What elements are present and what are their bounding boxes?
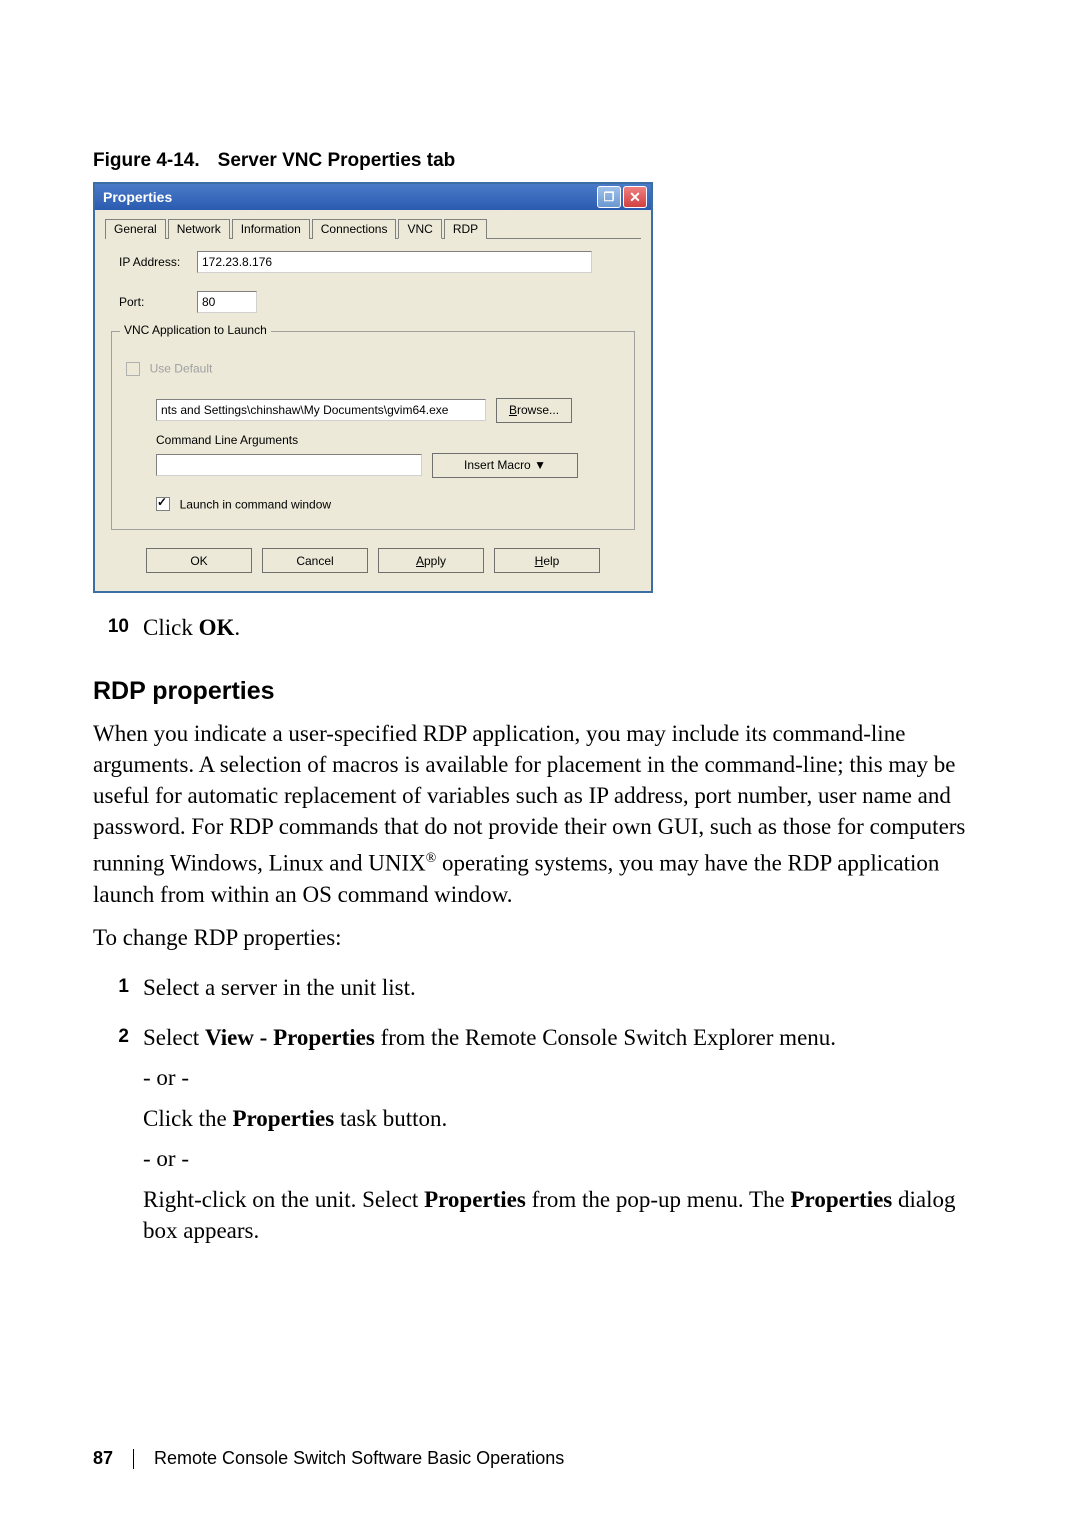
- tab-rdp[interactable]: RDP: [444, 219, 487, 239]
- group-title: VNC Application to Launch: [120, 323, 271, 337]
- tab-network[interactable]: Network: [168, 219, 230, 239]
- heading-rdp-properties: RDP properties: [93, 677, 987, 706]
- footer-title: Remote Console Switch Software Basic Ope…: [154, 1448, 564, 1469]
- tab-connections[interactable]: Connections: [312, 219, 397, 239]
- substep-2: Right-click on the unit. Select Properti…: [143, 1184, 987, 1246]
- step-1: 1 Select a server in the unit list.: [93, 973, 987, 1003]
- step-number: 10: [93, 613, 143, 643]
- tab-information[interactable]: Information: [232, 219, 310, 239]
- step-text: Select a server in the unit list.: [143, 973, 987, 1003]
- port-input[interactable]: [197, 291, 257, 313]
- path-input[interactable]: [156, 399, 486, 421]
- help-button[interactable]: Help: [494, 548, 600, 573]
- paragraph-2: To change RDP properties:: [93, 922, 987, 953]
- figure-title: Server VNC Properties tab: [218, 150, 456, 171]
- page-number: 87: [93, 1448, 113, 1469]
- ip-label: IP Address:: [119, 255, 197, 269]
- tab-row: General Network Information Connections …: [105, 218, 641, 239]
- or-separator: - or -: [143, 1065, 987, 1091]
- or-separator: - or -: [143, 1146, 987, 1172]
- insert-macro-button[interactable]: Insert Macro ▼: [432, 453, 578, 478]
- step-text: Click OK.: [143, 613, 987, 643]
- footer-bar: [133, 1449, 134, 1469]
- figure-number: Figure 4-14.: [93, 150, 200, 171]
- properties-dialog: Properties ❐ ✕ General Network Informati…: [93, 182, 653, 593]
- dialog-titlebar: Properties ❐ ✕: [95, 184, 651, 210]
- figure-caption: Figure 4-14. Server VNC Properties tab: [93, 150, 987, 172]
- dialog-footer: OK Cancel Apply Help: [105, 540, 641, 581]
- close-button[interactable]: ✕: [623, 186, 647, 208]
- ok-button[interactable]: OK: [146, 548, 252, 573]
- paragraph-1: When you indicate a user-specified RDP a…: [93, 718, 987, 910]
- apply-button[interactable]: Apply: [378, 548, 484, 573]
- step-10: 10 Click OK.: [93, 613, 987, 643]
- launch-checkbox[interactable]: [156, 497, 170, 511]
- dialog-title: Properties: [103, 184, 172, 210]
- use-default-label: Use Default: [150, 362, 213, 376]
- ip-input[interactable]: [197, 251, 592, 273]
- tab-general[interactable]: General: [105, 219, 166, 239]
- cla-input[interactable]: [156, 454, 422, 476]
- tab-vnc[interactable]: VNC: [398, 219, 441, 239]
- cla-label: Command Line Arguments: [156, 433, 620, 447]
- step-text: Select View - Properties from the Remote…: [143, 1023, 987, 1053]
- maximize-button[interactable]: ❐: [597, 186, 621, 208]
- launch-label: Launch in command window: [180, 497, 331, 511]
- page-footer: 87 Remote Console Switch Software Basic …: [93, 1448, 564, 1469]
- step-number: 2: [93, 1023, 143, 1053]
- step-2: 2 Select View - Properties from the Remo…: [93, 1023, 987, 1053]
- substep-1: Click the Properties task button.: [143, 1103, 987, 1134]
- use-default-checkbox: [126, 362, 140, 376]
- port-label: Port:: [119, 295, 197, 309]
- step-number: 1: [93, 973, 143, 1003]
- window-buttons: ❐ ✕: [597, 186, 647, 208]
- browse-button[interactable]: Browse...: [496, 398, 572, 423]
- cancel-button[interactable]: Cancel: [262, 548, 368, 573]
- vnc-app-group: VNC Application to Launch Use Default Br…: [111, 331, 635, 530]
